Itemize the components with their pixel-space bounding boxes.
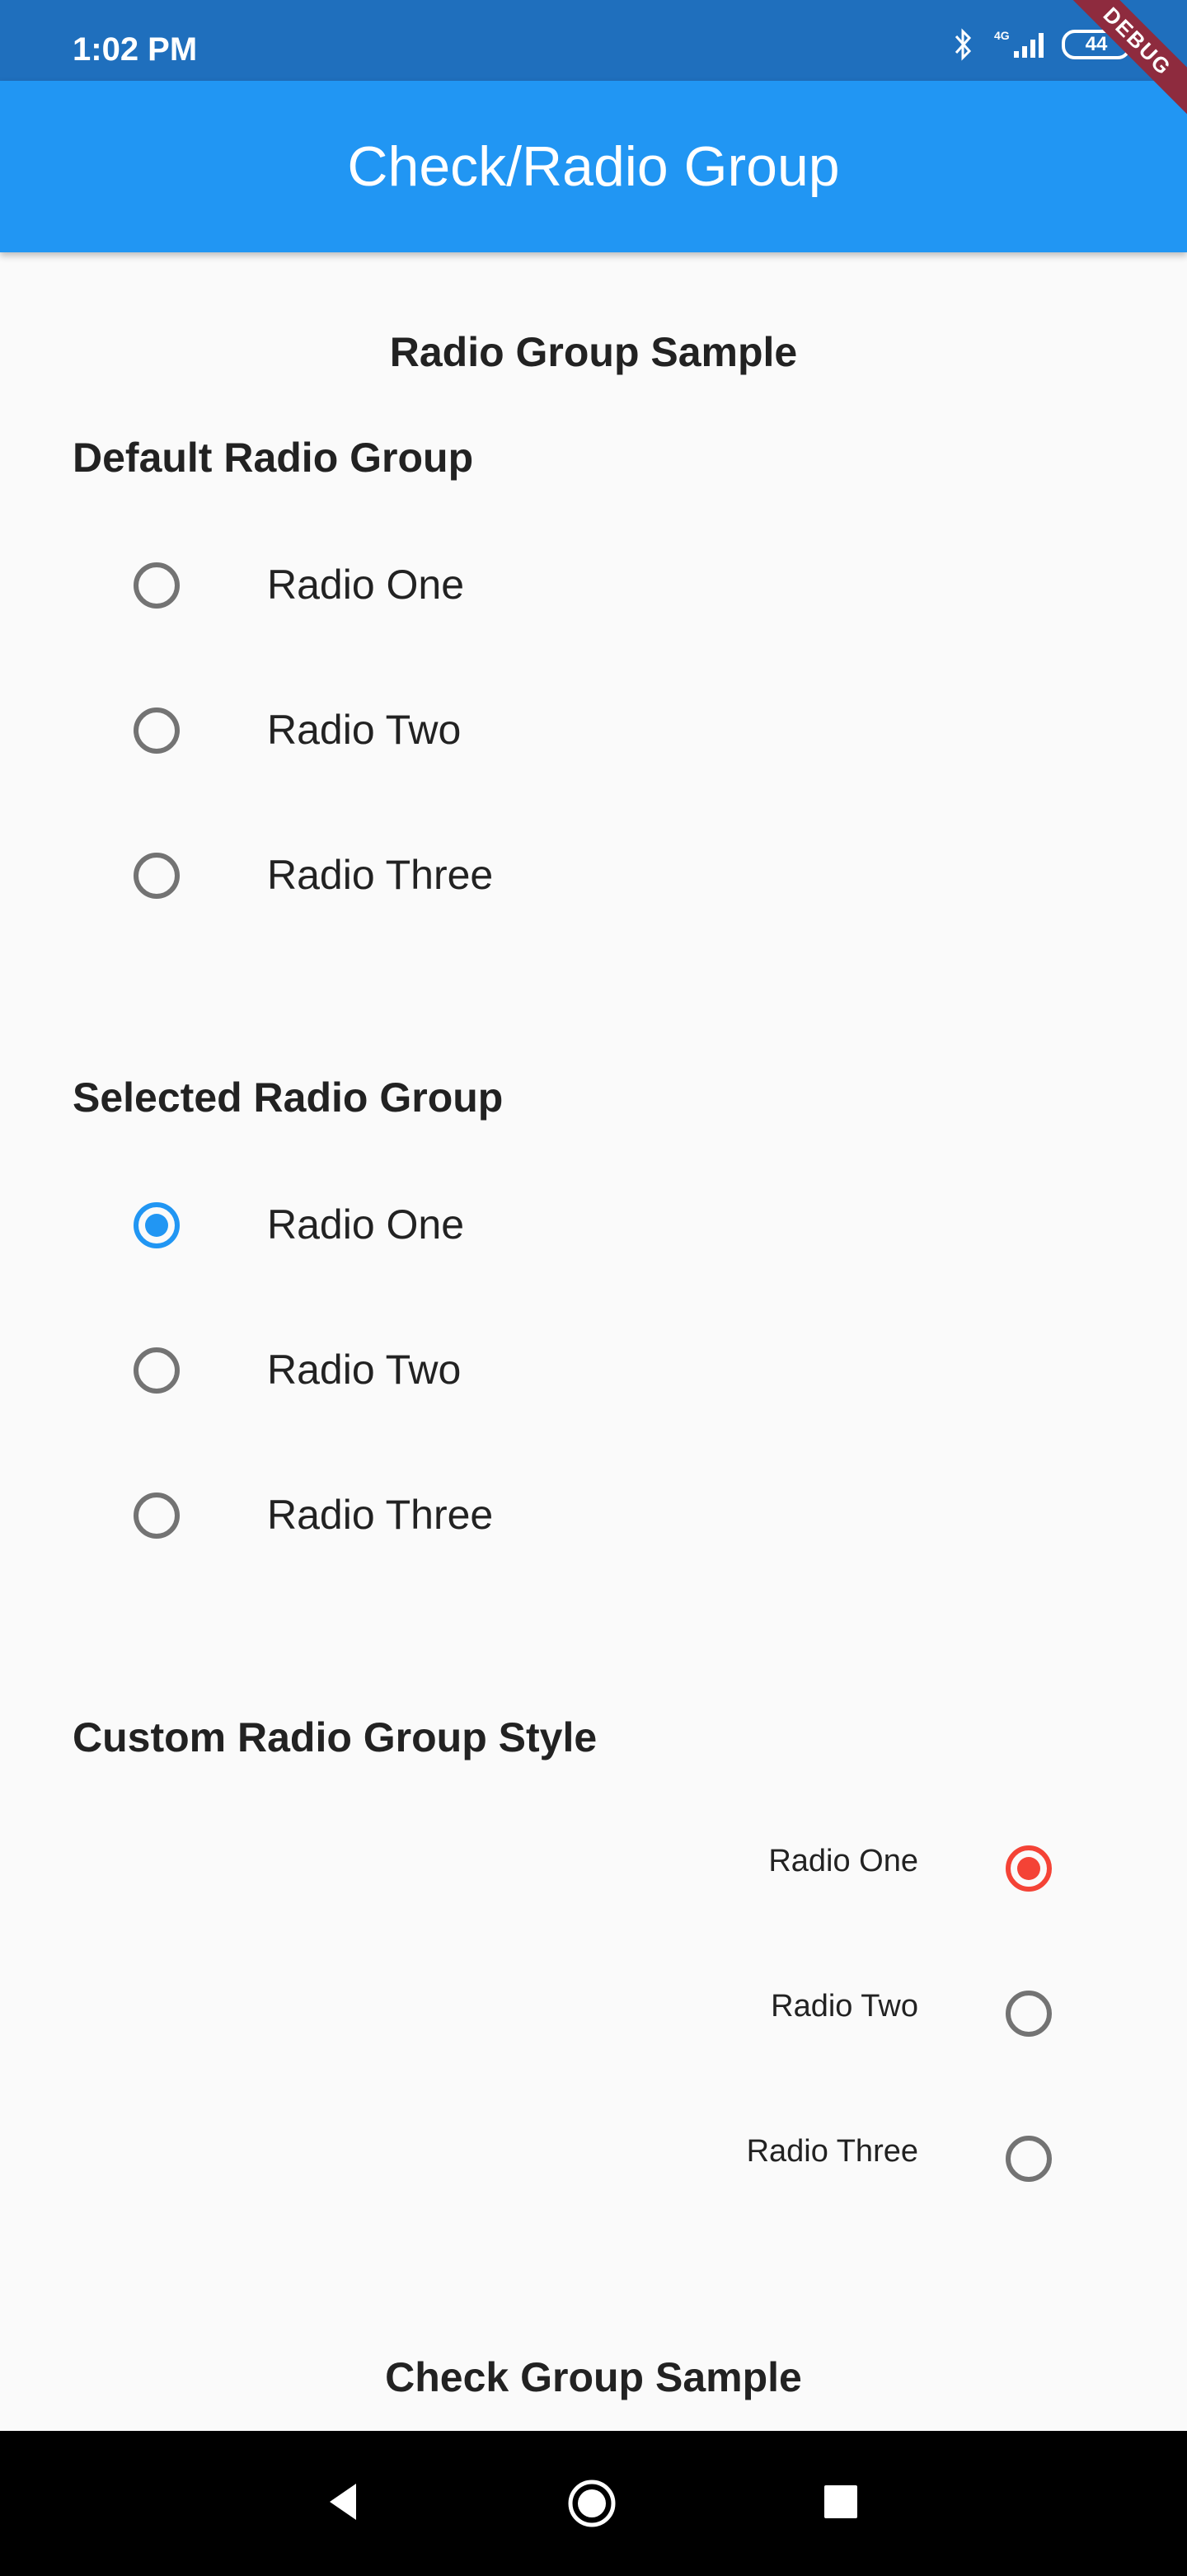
radio-selected-icon[interactable] [1006,1845,1052,1892]
radio-label: Radio Three [746,2134,918,2169]
radio-unselected-icon[interactable] [134,562,180,609]
check-section-title: Check Group Sample [385,2354,802,2400]
default-radio-three[interactable]: Radio Three [0,803,1187,948]
selected-radio-three[interactable]: Radio Three [0,1443,1187,1588]
custom-radio-two[interactable]: Radio Two [0,1941,1187,2086]
custom-radio-three[interactable]: Radio Three [0,2086,1187,2231]
app-bar: Check/Radio Group [0,81,1187,252]
app-bar-title: Check/Radio Group [347,135,840,198]
signal-icon: 4G [989,28,1047,61]
recents-icon[interactable] [821,2482,861,2526]
status-time: 1:02 PM [73,31,198,68]
selected-radio-two[interactable]: Radio Two [0,1298,1187,1443]
system-nav-bar [0,2431,1187,2576]
radio-unselected-icon[interactable] [134,707,180,754]
radio-selected-icon[interactable] [134,1202,180,1248]
default-radio-one[interactable]: Radio One [0,513,1187,658]
radio-unselected-icon[interactable] [134,1492,180,1539]
radio-section-title: Radio Group Sample [389,329,798,375]
default-radio-two[interactable]: Radio Two [0,658,1187,803]
radio-label: Radio Two [267,707,462,753]
radio-label: Radio Three [267,852,494,898]
custom-group-title: Custom Radio Group Style [73,1714,598,1760]
bluetooth-icon [953,28,974,61]
radio-unselected-icon[interactable] [1006,2136,1052,2182]
custom-radio-one[interactable]: Radio One [0,1796,1187,1941]
radio-unselected-icon[interactable] [134,853,180,899]
radio-label: Radio Two [267,1347,462,1393]
radio-label: Radio One [267,1201,465,1248]
radio-label: Radio Two [771,1989,918,2024]
selected-group-title: Selected Radio Group [73,1074,504,1121]
network-label: 4G [994,29,1010,42]
back-icon[interactable] [323,2479,363,2529]
radio-unselected-icon[interactable] [134,1347,180,1394]
radio-label: Radio One [267,562,465,608]
selected-radio-one[interactable]: Radio One [0,1153,1187,1298]
home-icon[interactable] [565,2477,618,2534]
content-scroll[interactable]: Radio Group Sample Default Radio Group R… [0,252,1187,2431]
default-group-title: Default Radio Group [73,435,474,481]
radio-label: Radio One [768,1844,918,1878]
radio-label: Radio Three [267,1492,494,1538]
status-bar: 1:02 PM 4G 44 DEBUG [0,0,1187,129]
radio-unselected-icon[interactable] [1006,1991,1052,2037]
